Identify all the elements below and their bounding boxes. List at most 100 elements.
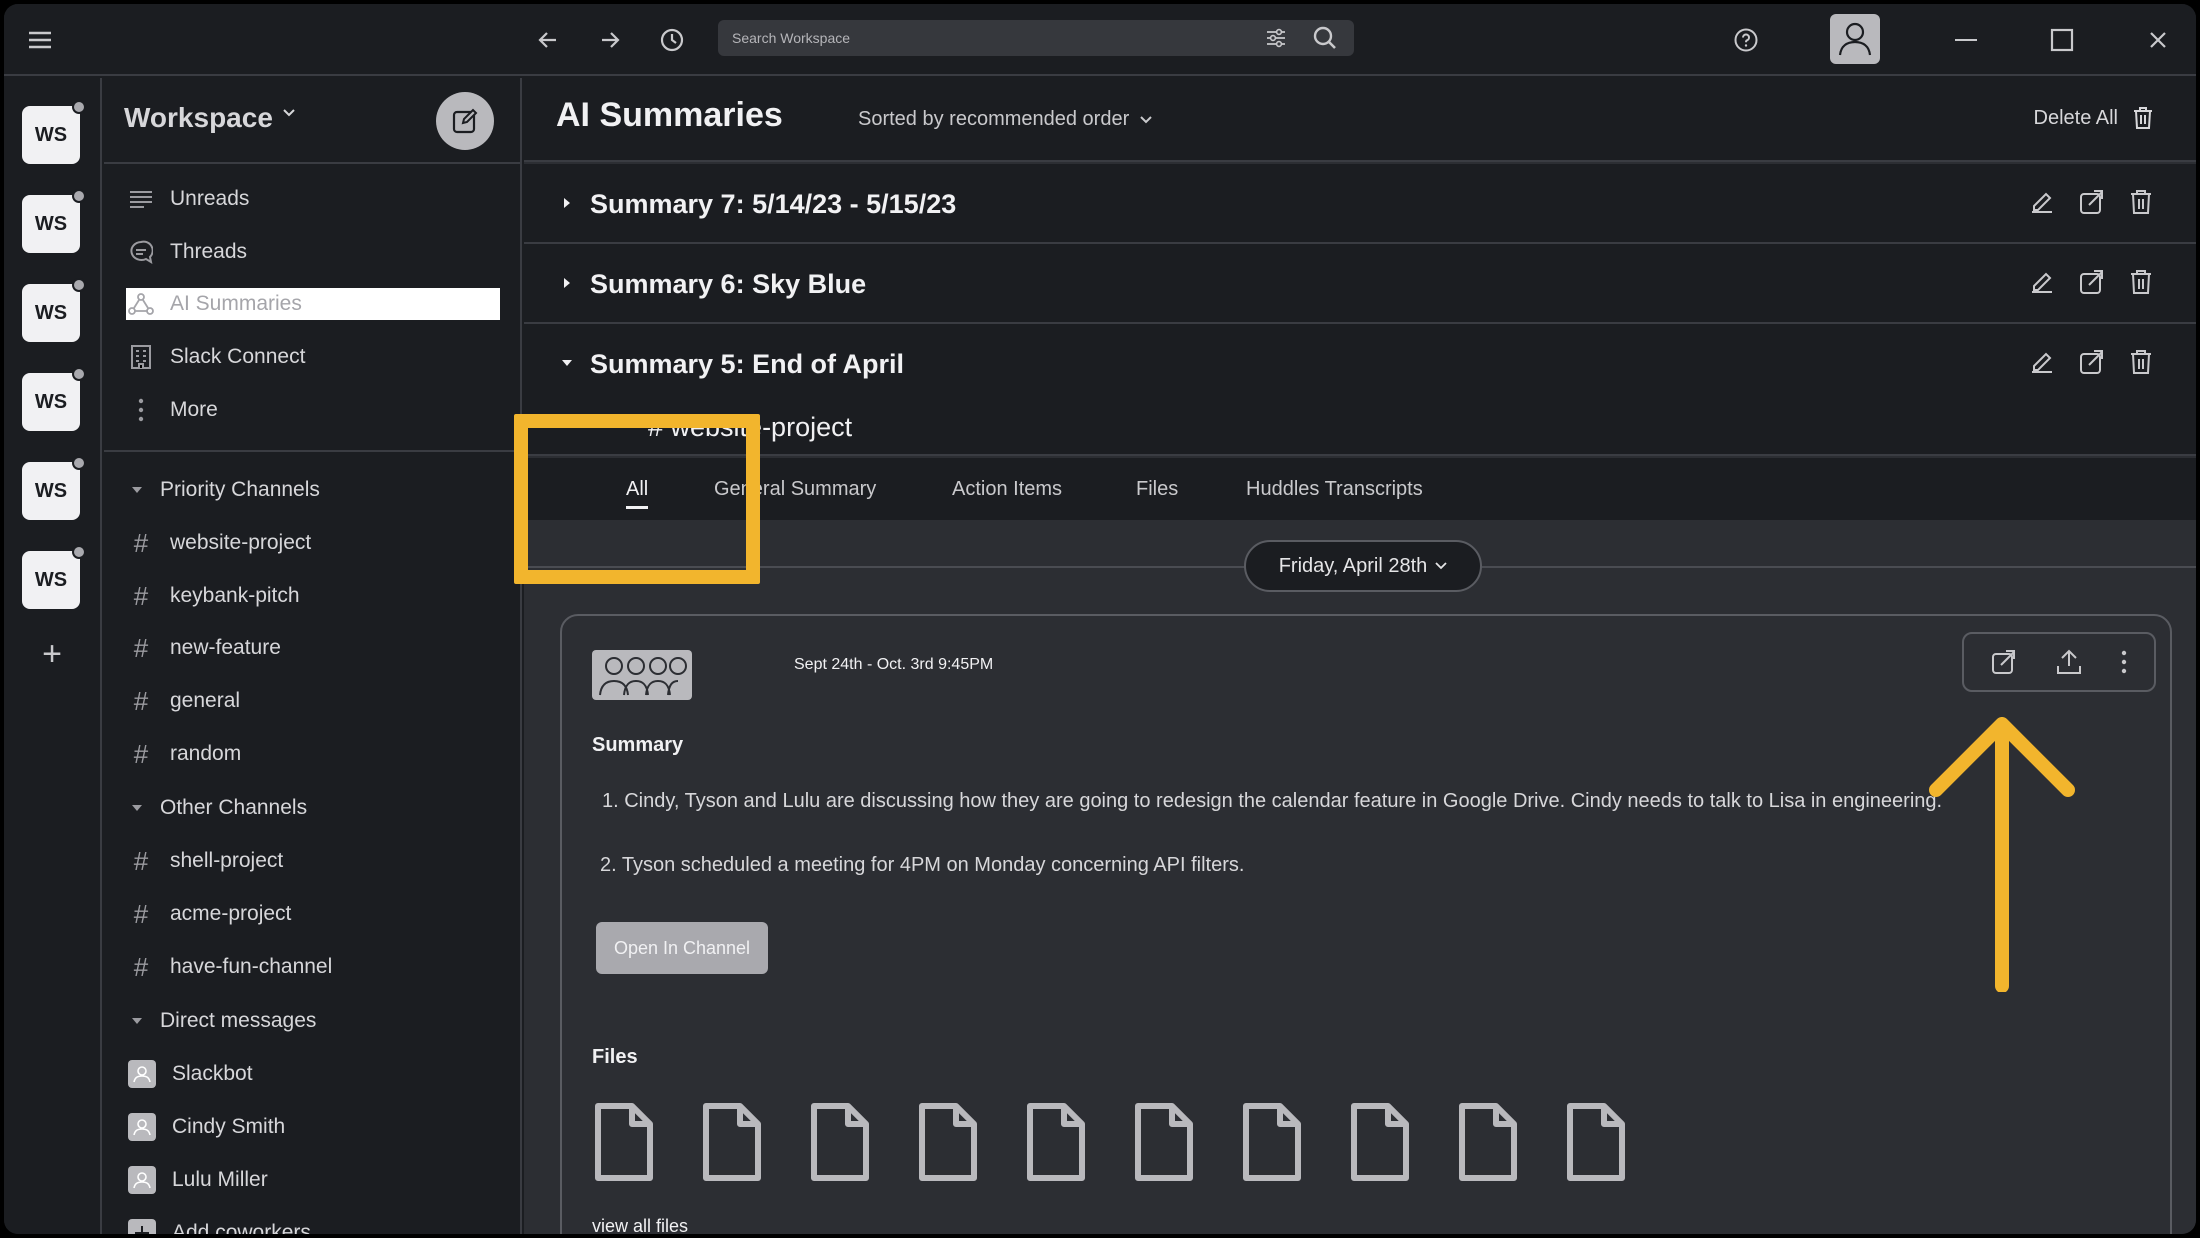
hash-icon: # <box>133 527 149 558</box>
file-icon[interactable] <box>1564 1102 1628 1182</box>
sidebar-dm[interactable]: Slackbot <box>126 1057 500 1091</box>
sidebar-add-coworkers[interactable]: Add coworkers <box>126 1216 500 1234</box>
hamburger-icon[interactable] <box>22 22 58 58</box>
share-icon[interactable] <box>2078 268 2106 296</box>
avatar <box>128 1060 156 1088</box>
share-icon[interactable] <box>2078 348 2106 376</box>
search-input[interactable]: Search Workspace <box>732 20 850 56</box>
workspace-tile[interactable]: WS <box>22 545 86 609</box>
workspace-tile[interactable]: WS <box>22 278 86 342</box>
search-icon[interactable] <box>1310 23 1340 53</box>
workspace-tile[interactable]: WS <box>22 367 86 431</box>
trash-icon[interactable] <box>2128 188 2154 216</box>
workspace-tile[interactable]: WS <box>22 456 86 520</box>
summary-row[interactable]: Summary 6: Sky Blue <box>524 244 2196 324</box>
more-vertical-icon[interactable] <box>2120 649 2128 675</box>
sidebar-channel[interactable]: # have-fun-channel <box>126 950 500 984</box>
summary-row[interactable]: Summary 7: 5/14/23 - 5/15/23 <box>524 164 2196 244</box>
section-priority-channels[interactable]: Priority Channels <box>130 473 320 507</box>
trash-icon[interactable] <box>2128 348 2154 376</box>
sidebar-dm[interactable]: Cindy Smith <box>126 1110 500 1144</box>
summary-heading: Summary <box>592 734 684 756</box>
delete-all-button[interactable]: Delete All <box>2034 106 2155 130</box>
summary-item: 1. Cindy, Tyson and Lulu are discussing … <box>602 790 1943 812</box>
user-icon <box>1838 22 1872 56</box>
file-icon[interactable] <box>1240 1102 1304 1182</box>
caret-down-icon[interactable] <box>560 358 574 368</box>
sidebar-item-slack-connect[interactable]: Slack Connect <box>126 340 500 374</box>
app-window: Search Workspace WS WS WS WS WS WS + Wor… <box>4 4 2196 1234</box>
chevron-down-icon[interactable] <box>282 108 296 118</box>
avatar <box>128 1113 156 1141</box>
sidebar-item-more[interactable]: More <box>126 393 500 427</box>
trash-icon[interactable] <box>2128 268 2154 296</box>
workspace-tile[interactable]: WS <box>22 100 86 164</box>
channel-header: # website-project <box>524 398 2196 456</box>
tab-files[interactable]: Files <box>1136 458 1178 520</box>
user-avatar[interactable] <box>1830 14 1880 64</box>
file-icon[interactable] <box>808 1102 872 1182</box>
plus-icon <box>128 1219 156 1234</box>
sidebar-channel[interactable]: # new-feature <box>126 631 500 665</box>
sidebar-item-ai-summaries[interactable]: AI Summaries <box>126 288 500 320</box>
avatar <box>128 1166 156 1194</box>
maximize-icon[interactable] <box>2044 22 2080 58</box>
share-icon[interactable] <box>1990 648 2018 676</box>
search-bar[interactable]: Search Workspace <box>718 20 1354 56</box>
minimize-icon[interactable] <box>1948 22 1984 58</box>
hash-icon: # <box>133 845 149 876</box>
sidebar-item-threads[interactable]: Threads <box>126 235 500 269</box>
add-workspace-icon[interactable]: + <box>34 635 70 673</box>
edit-icon[interactable] <box>2028 188 2056 216</box>
file-icon[interactable] <box>700 1102 764 1182</box>
edit-icon[interactable] <box>2028 268 2056 296</box>
top-bar: Search Workspace <box>4 4 2196 76</box>
view-all-files-link[interactable]: view all files <box>592 1216 688 1234</box>
summary-title: Summary 7: 5/14/23 - 5/15/23 <box>590 189 957 219</box>
building-icon <box>126 342 156 372</box>
history-icon[interactable] <box>654 22 690 58</box>
sidebar-channel[interactable]: # random <box>126 737 500 771</box>
unread-dot <box>72 367 86 381</box>
file-icon[interactable] <box>1024 1102 1088 1182</box>
share-icon[interactable] <box>2078 188 2106 216</box>
arrow-left-icon[interactable] <box>530 22 566 58</box>
threads-icon <box>126 237 156 267</box>
annotation-arrow-icon <box>1929 717 2075 992</box>
workspace-tile[interactable]: WS <box>22 189 86 253</box>
open-in-channel-button[interactable]: Open In Channel <box>596 922 768 974</box>
hash-icon: # <box>133 951 149 982</box>
file-icon[interactable] <box>1456 1102 1520 1182</box>
sidebar-channel[interactable]: # shell-project <box>126 844 500 878</box>
file-icon[interactable] <box>1132 1102 1196 1182</box>
file-list <box>592 1102 1628 1182</box>
sidebar-channel[interactable]: # keybank-pitch <box>126 579 500 613</box>
close-icon[interactable] <box>2140 22 2176 58</box>
sidebar-dm[interactable]: Lulu Miller <box>126 1163 500 1197</box>
section-direct-messages[interactable]: Direct messages <box>130 1004 316 1038</box>
workspace-name[interactable]: Workspace <box>124 102 273 134</box>
file-icon[interactable] <box>592 1102 656 1182</box>
sort-dropdown[interactable]: Sorted by recommended order <box>858 108 1153 131</box>
section-other-channels[interactable]: Other Channels <box>130 791 307 825</box>
tab-action-items[interactable]: Action Items <box>952 458 1062 520</box>
compose-button[interactable] <box>436 92 494 150</box>
sidebar-channel[interactable]: # website-project <box>126 526 500 560</box>
sidebar-channel[interactable]: # acme-project <box>126 897 500 931</box>
trash-icon <box>2134 107 2152 129</box>
main-panel: AI Summaries Sorted by recommended order… <box>524 78 2196 1234</box>
date-filter-dropdown[interactable]: Friday, April 28th <box>1244 540 1482 592</box>
help-icon[interactable] <box>1728 22 1764 58</box>
sidebar-item-unreads[interactable]: Unreads <box>126 182 500 216</box>
upload-icon[interactable] <box>2055 648 2083 676</box>
tab-huddles-transcripts[interactable]: Huddles Transcripts <box>1246 458 1423 520</box>
summary-row-expanded[interactable]: Summary 5: End of April <box>524 324 2196 404</box>
caret-right-icon[interactable] <box>562 276 572 290</box>
edit-icon[interactable] <box>2028 348 2056 376</box>
file-icon[interactable] <box>916 1102 980 1182</box>
file-icon[interactable] <box>1348 1102 1412 1182</box>
caret-right-icon[interactable] <box>562 196 572 210</box>
arrow-right-icon[interactable] <box>592 22 628 58</box>
sidebar-channel[interactable]: # general <box>126 684 500 718</box>
filter-icon[interactable] <box>1262 24 1290 52</box>
